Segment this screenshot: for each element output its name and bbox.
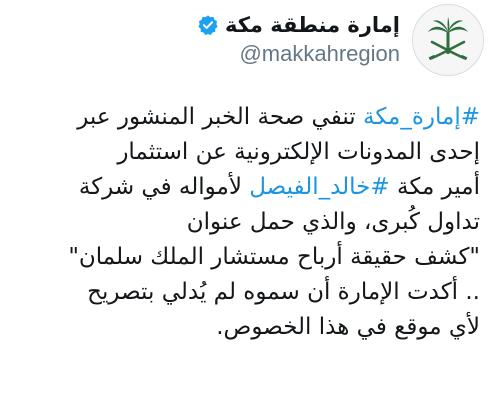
tweet-header: إمارة منطقة مكة @makkahregion xyxy=(16,0,484,80)
tweet-line-text: تنفي صحة الخبر المنشور عبر xyxy=(77,104,363,130)
author-names: إمارة منطقة مكة @makkahregion xyxy=(197,11,400,69)
display-name-row: إمارة منطقة مكة xyxy=(197,11,400,39)
verified-badge-icon xyxy=(197,14,219,36)
tweet-line-7: لأي موقع في هذا الخصوص. xyxy=(216,314,480,340)
tweet-line-1: #إمارة_مكة تنفي صحة الخبر المنشور عبر xyxy=(14,100,480,135)
tweet-line-4: تداول كُبرى، والذي حمل عنوان xyxy=(186,209,480,235)
avatar[interactable] xyxy=(412,4,484,76)
author-handle[interactable]: @makkahregion xyxy=(197,39,400,69)
tweet-line-text: أمير مكة xyxy=(389,174,480,200)
tweet-line-6: .. أكدت الإمارة أن سموه لم يُدلي بتصريح xyxy=(87,279,480,305)
hashtag-link[interactable]: #خالد_الفيصل xyxy=(249,174,389,200)
tweet-text: #إمارة_مكة تنفي صحة الخبر المنشور عبر إح… xyxy=(14,100,480,345)
display-name[interactable]: إمارة منطقة مكة xyxy=(225,11,400,39)
hashtag-link[interactable]: #إمارة_مكة xyxy=(363,104,480,130)
tweet-line-3: أمير مكة #خالد_الفيصل لأمواله في شركة xyxy=(14,170,480,205)
saudi-emblem-icon xyxy=(428,17,468,61)
tweet-card: إمارة منطقة مكة @makkahregion #إمارة_مكة… xyxy=(0,0,500,400)
tweet-line-2: إحدى المدونات الإلكترونية عن استثمار xyxy=(117,139,480,165)
tweet-line-5: "كشف حقيقة أرباح مستشار الملك سلمان" xyxy=(68,244,480,270)
tweet-line-text: لأمواله في شركة xyxy=(78,174,250,200)
